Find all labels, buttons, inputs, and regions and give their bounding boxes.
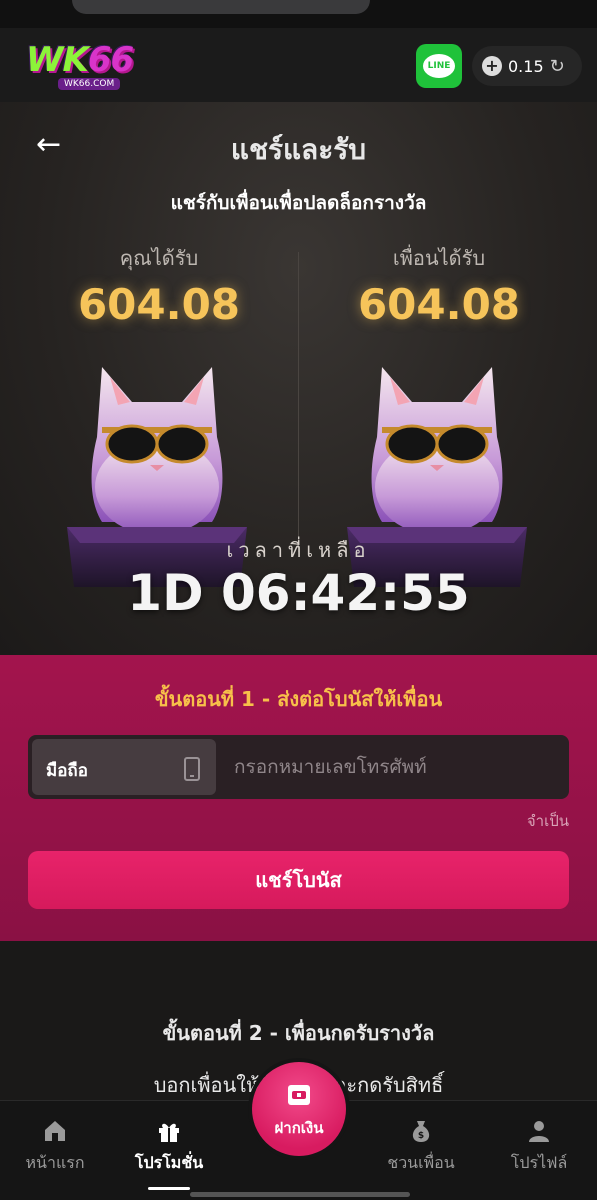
line-contact-button[interactable]: LINE — [416, 44, 462, 88]
your-reward-label: คุณได้รับ — [119, 246, 199, 270]
share-bonus-button[interactable]: แชร์โบนัส — [28, 851, 569, 909]
deposit-label: ฝากเงิน — [274, 1119, 324, 1137]
nav-label-invite: ชวนเพื่อน — [387, 1153, 455, 1172]
phone-field: มือถือ — [28, 735, 569, 799]
share-reward-hero: ← แชร์และรับ แชร์กับเพื่อนเพื่อปลดล็อกรา… — [0, 102, 597, 655]
refresh-icon[interactable]: ↻ — [550, 56, 565, 77]
your-reward: คุณได้รับ 604.08 — [10, 242, 308, 329]
nav-item-invite[interactable]: $ ชวนเพื่อน — [366, 1117, 476, 1176]
home-icon — [45, 1121, 65, 1141]
page-subtitle: แชร์กับเพื่อนเพื่อปลดล็อกรางวัล — [170, 192, 427, 214]
gift-icon — [159, 1123, 179, 1142]
mobile-phone-icon — [184, 757, 200, 781]
required-hint: จำเป็น — [526, 812, 569, 830]
nav-label-home: หน้าแรก — [25, 1153, 85, 1172]
deposit-icon — [288, 1085, 310, 1105]
phone-type-selector[interactable]: มือถือ — [32, 739, 216, 795]
nav-label-promotions: โปรโมชั่น — [134, 1153, 204, 1172]
deposit-button[interactable]: ฝากเงิน — [252, 1062, 346, 1156]
active-tab-indicator — [148, 1187, 190, 1190]
phone-type-label: มือถือ — [46, 761, 88, 781]
nav-item-profile[interactable]: โปรไฟล์ — [484, 1117, 594, 1176]
friend-reward: เพื่อนได้รับ 604.08 — [290, 242, 588, 329]
nav-item-home[interactable]: หน้าแรก — [0, 1117, 110, 1176]
step1-panel: ขั้นตอนที่ 1 - ส่งต่อโบนัสให้เพื่อน มือถ… — [0, 655, 597, 941]
status-notch — [72, 0, 370, 14]
line-icon: LINE — [423, 54, 455, 78]
plus-icon[interactable]: + — [482, 56, 502, 76]
step1-title: ขั้นตอนที่ 1 - ส่งต่อโบนัสให้เพื่อน — [154, 687, 443, 711]
balance-pill[interactable]: + 0.15 ↻ — [472, 46, 582, 86]
svg-text:$: $ — [418, 1131, 424, 1141]
nav-label-profile: โปรไฟล์ — [510, 1153, 568, 1172]
app-header: WK66 WK66.COM LINE + 0.15 ↻ — [0, 28, 597, 102]
time-remaining-label: เวลาที่เหลือ — [226, 538, 371, 562]
brand-logo[interactable]: WK66 WK66.COM — [26, 40, 166, 92]
logo-text: WK — [26, 40, 89, 80]
page-title: แชร์และรับ — [230, 133, 367, 166]
step2-title: ขั้นตอนที่ 2 - เพื่อนกดรับรางวัล — [162, 1021, 435, 1045]
friend-reward-amount: 604.08 — [357, 280, 521, 329]
your-reward-amount: 604.08 — [77, 280, 241, 329]
balance-value: 0.15 — [508, 56, 544, 76]
money-bag-icon: $ — [412, 1121, 430, 1142]
profile-icon — [529, 1121, 549, 1142]
phone-number-input[interactable] — [228, 735, 563, 799]
logo-domain: WK66.COM — [58, 78, 121, 90]
friend-reward-label: เพื่อนได้รับ — [392, 246, 486, 270]
countdown-timer: 1D 06:42:55 — [127, 564, 470, 622]
nav-item-promotions[interactable]: โปรโมชั่น — [114, 1117, 224, 1176]
logo-number: 66 — [87, 40, 134, 80]
home-indicator — [190, 1192, 410, 1197]
